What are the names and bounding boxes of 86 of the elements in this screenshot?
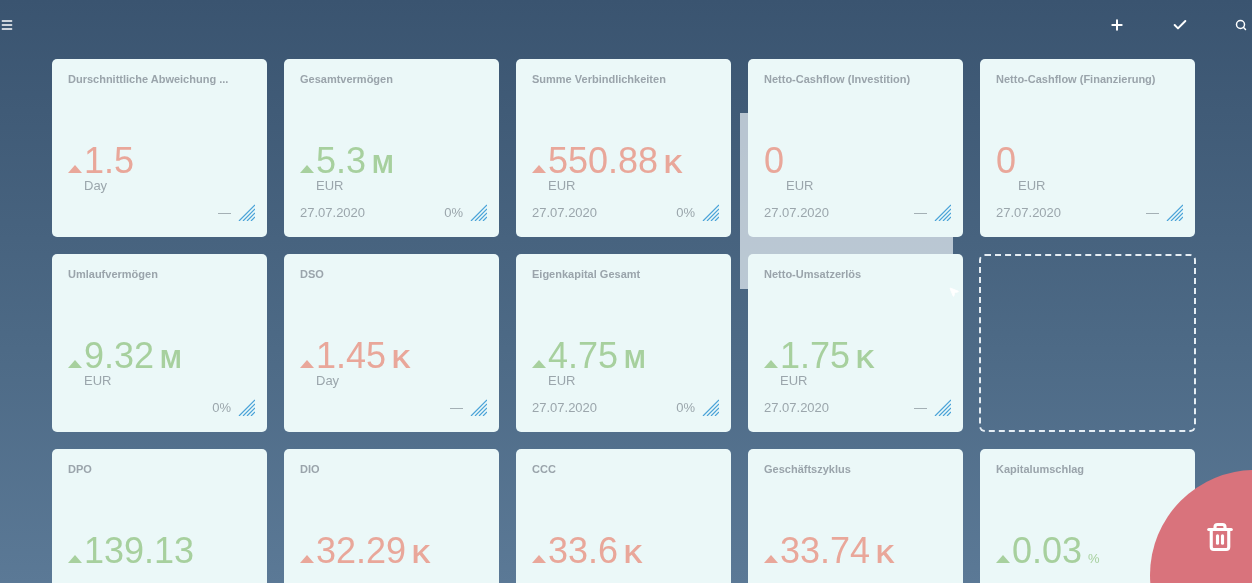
kpi-value: 1.45	[316, 338, 387, 374]
kpi-tile[interactable]: Kapitalumschlag 0.03 %	[980, 449, 1195, 583]
kpi-value: 33.74	[780, 533, 871, 569]
kpi-scale: K	[876, 541, 895, 567]
kpi-tile[interactable]: DSO 1.45 K Day —	[284, 254, 499, 432]
tile-delta: —	[218, 204, 231, 220]
kpi-scale: K	[664, 151, 683, 177]
kpi-tile[interactable]: Eigenkapital Gesamt 4.75 M EUR 27.07.2020 0%	[516, 254, 731, 432]
resize-hatch-icon	[237, 203, 255, 221]
kpi-unit: EUR	[548, 373, 576, 388]
tile-title: Netto-Cashflow (Finanzierung)	[996, 73, 1157, 85]
kpi-tile[interactable]: Netto-Cashflow (Investition) 0 EUR 27.07.2020 —	[748, 59, 963, 237]
tile-title: Geschäftszyklus	[764, 463, 852, 475]
tile-date: 27.07.2020	[532, 399, 598, 415]
resize-hatch-icon	[469, 398, 487, 416]
kpi-value: 1.5	[84, 143, 135, 179]
tile-date: 27.07.2020	[764, 399, 830, 415]
tile-title: Netto-Cashflow (Investition)	[764, 73, 912, 85]
resize-hatch-icon	[237, 398, 255, 416]
tile-title: DIO	[300, 463, 321, 475]
tile-date: 27.07.2020	[300, 204, 366, 220]
tile-delta: 0%	[676, 204, 695, 220]
resize-hatch-icon	[933, 203, 951, 221]
tile-delta: —	[914, 399, 927, 415]
tile-title: CCC	[532, 463, 557, 475]
kpi-tile[interactable]: Gesamtvermögen 5.3 M EUR 27.07.2020 0%	[284, 59, 499, 237]
tile-title: DSO	[300, 268, 325, 280]
tile-delta: —	[914, 204, 927, 220]
kpi-value: 0.03	[1012, 533, 1083, 569]
kpi-unit: EUR	[316, 178, 344, 193]
tile-title: Durschnittliche Abweichung ...	[68, 73, 230, 85]
kpi-scale: M	[624, 346, 646, 372]
resize-hatch-icon	[701, 203, 719, 221]
tile-delta: 0%	[444, 204, 463, 220]
kpi-value: 139.13	[84, 533, 195, 569]
kpi-unit: EUR	[84, 373, 112, 388]
kpi-tile[interactable]: Summe Verbindlichkeiten 550.88 K EUR 27.07.2020 0%	[516, 59, 731, 237]
tile-delta: 0%	[676, 399, 695, 415]
kpi-tile[interactable]: DIO 32.29 K	[284, 449, 499, 583]
kpi-scale: M	[160, 346, 182, 372]
tile-title: Summe Verbindlichkeiten	[532, 73, 667, 85]
kpi-tile[interactable]: Umlaufvermögen 9.32 M EUR 0%	[52, 254, 267, 432]
kpi-value: 0	[764, 143, 785, 179]
kpi-scale: K	[624, 541, 643, 567]
kpi-value: 32.29	[316, 533, 407, 569]
kpi-tile[interactable]: DPO 139.13	[52, 449, 267, 583]
tile-delta: —	[450, 399, 463, 415]
tile-delta: 0%	[212, 399, 231, 415]
tile-date: 27.07.2020	[996, 204, 1062, 220]
resize-hatch-icon	[933, 398, 951, 416]
tile-title: Netto-Umsatzerlös	[764, 268, 863, 280]
kpi-value: 0	[996, 143, 1017, 179]
tile-date: 27.07.2020	[532, 204, 598, 220]
kpi-scale: %	[1088, 552, 1100, 565]
kpi-tile[interactable]: Netto-Cashflow (Finanzierung) 0 EUR 27.07.2020 —	[980, 59, 1195, 237]
kpi-scale: K	[412, 541, 431, 567]
kpi-value: 550.88	[548, 143, 659, 179]
tile-title: Kapitalumschlag	[996, 463, 1086, 475]
kpi-tile[interactable]: Durschnittliche Abweichung ... 1.5 Day —	[52, 59, 267, 237]
kpi-value: 9.32	[84, 338, 155, 374]
kpi-unit: EUR	[780, 373, 808, 388]
kpi-value: 33.6	[548, 533, 619, 569]
tile-title: Gesamtvermögen	[300, 73, 394, 85]
kpi-unit: EUR	[548, 178, 576, 193]
kpi-value: 5.3	[316, 143, 367, 179]
resize-hatch-icon	[701, 398, 719, 416]
resize-hatch-icon	[1165, 203, 1183, 221]
kpi-value: 1.75	[780, 338, 851, 374]
tile-title: Eigenkapital Gesamt	[532, 268, 642, 280]
kpi-tile[interactable]: Netto-Umsatzerlös 1.75 K EUR 27.07.2020 —	[748, 254, 963, 432]
tile-title: Umlaufvermögen	[68, 268, 159, 280]
kpi-unit: EUR	[1018, 178, 1046, 193]
kpi-scale: K	[392, 346, 411, 372]
kpi-unit: Day	[316, 373, 340, 388]
kpi-scale: M	[372, 151, 394, 177]
resize-hatch-icon	[469, 203, 487, 221]
tile-date: 27.07.2020	[764, 204, 830, 220]
kpi-unit: EUR	[786, 178, 814, 193]
kpi-value: 4.75	[548, 338, 619, 374]
kpi-unit: Day	[84, 178, 108, 193]
trash-icon	[1205, 522, 1235, 552]
tile-title: DPO	[68, 463, 93, 475]
kpi-tile[interactable]: CCC 33.6 K	[516, 449, 731, 583]
tile-delta: —	[1146, 204, 1159, 220]
kpi-tile[interactable]: Geschäftszyklus 33.74 K	[748, 449, 963, 583]
kpi-scale: K	[856, 346, 875, 372]
